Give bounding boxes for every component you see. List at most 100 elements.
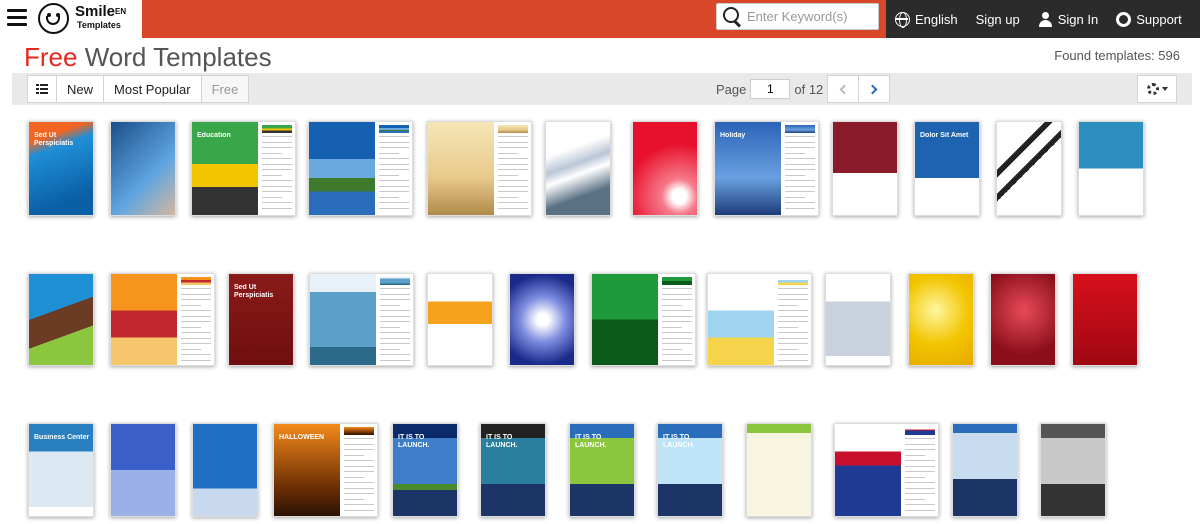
- page-number-input[interactable]: [750, 79, 791, 99]
- template-cover: [1079, 122, 1143, 215]
- search-icon[interactable]: [722, 6, 744, 28]
- template-cover: [997, 122, 1061, 215]
- chevron-left-icon: [839, 84, 850, 94]
- template-thumbnail-business-center[interactable]: Business Center: [28, 423, 94, 517]
- template-inner-page: [658, 274, 695, 365]
- template-thumbnail-handshake-orange[interactable]: Lorem Ipsum Dolor Sit: [427, 273, 493, 366]
- settings-dropdown-button[interactable]: [1137, 75, 1177, 103]
- template-caption: HALLOWEEN: [279, 434, 325, 441]
- template-caption: IT IS TO LAUNCH.: [551, 132, 583, 147]
- template-thumbnail-green-field[interactable]: IT IS TO LAUNCH.: [569, 423, 635, 517]
- template-thumbnail-headset-man[interactable]: [28, 273, 94, 366]
- template-thumbnail-money-hands[interactable]: [309, 273, 414, 366]
- template-cover: [1073, 274, 1137, 365]
- template-caption: Sed Ut Perspiciatis: [34, 132, 74, 147]
- template-thumbnail-piano-keys[interactable]: [996, 121, 1062, 216]
- grid-list-icon: [36, 84, 48, 94]
- nav-sign-up[interactable]: Sign up: [967, 0, 1029, 38]
- tab-most-popular[interactable]: Most Popular: [103, 75, 202, 103]
- template-thumbnail-eagle-mountains[interactable]: [308, 121, 413, 216]
- grid-view-button[interactable]: [27, 75, 57, 103]
- lifebuoy-icon: [1116, 11, 1132, 27]
- template-thumbnail-new-year-2009[interactable]: [1072, 273, 1138, 366]
- nav-cart[interactable]: [1191, 0, 1200, 38]
- template-thumbnail-halloween[interactable]: HALLOWEEN: [273, 423, 378, 517]
- page-title-highlight: Free: [24, 42, 78, 72]
- brand-area: SmileEN Templates: [0, 0, 142, 38]
- template-thumbnail-kids-party[interactable]: [707, 273, 812, 366]
- nav-support[interactable]: Support: [1107, 0, 1191, 38]
- template-cover: [111, 424, 175, 516]
- found-count: Found templates: 596: [1054, 48, 1180, 63]
- template-thumbnail-man-suitcase[interactable]: [832, 121, 898, 216]
- nav-sign-up-label: Sign up: [975, 11, 1020, 27]
- page-title-rest: Word Templates: [77, 42, 272, 72]
- template-cover: [428, 122, 494, 215]
- template-cover: [1041, 424, 1105, 516]
- template-thumbnail-caduceus[interactable]: Sed Ut Perspiciatis: [228, 273, 294, 366]
- tab-new[interactable]: New: [56, 75, 105, 103]
- prev-page-button[interactable]: [827, 75, 860, 103]
- template-thumbnail-usa-flag[interactable]: [192, 423, 258, 517]
- template-cover: [833, 122, 897, 215]
- template-caption: IT IS TO LAUNCH.: [398, 434, 430, 449]
- template-cover: [747, 424, 811, 516]
- page-label: Page: [716, 81, 747, 97]
- template-inner-page: [375, 122, 412, 215]
- template-thumbnail-grey-curves[interactable]: IT IS TO LAUNCH.: [545, 121, 611, 216]
- template-thumbnail-earth-orbit[interactable]: IT IS TO LAUNCH.: [392, 423, 458, 517]
- template-cover: [111, 122, 175, 215]
- template-thumbnail-red-rays[interactable]: [632, 121, 698, 216]
- template-cover: [633, 122, 697, 215]
- user-icon: [1038, 11, 1053, 27]
- template-caption: IT IS TO LAUNCH.: [486, 434, 518, 449]
- next-page-button[interactable]: [858, 75, 891, 103]
- template-thumbnail-world-map-face[interactable]: [110, 121, 176, 216]
- template-thumbnail-dolor-handshake[interactable]: Dolor Sit Amet: [914, 121, 980, 216]
- template-inner-page: [774, 274, 811, 365]
- template-inner-page: [901, 424, 938, 516]
- template-thumbnail-office-flying[interactable]: [1040, 423, 1106, 517]
- template-inner-page: [781, 122, 818, 215]
- template-caption: Education: [197, 132, 231, 139]
- template-thumbnail-year-2007[interactable]: [908, 273, 974, 366]
- hamburger-menu-icon[interactable]: [7, 9, 27, 27]
- template-cover: [708, 274, 774, 365]
- nav-language-label: English: [915, 11, 958, 27]
- template-thumbnail-circuit-hand[interactable]: IT IS TO LAUNCH.: [480, 423, 546, 517]
- template-caption: Lorem Ipsum Dolor Sit: [433, 284, 477, 299]
- smiley-logo-icon[interactable]: [38, 3, 69, 34]
- template-thumbnail-cross-bible[interactable]: [427, 121, 532, 216]
- template-thumbnail-shopping-cart[interactable]: [509, 273, 575, 366]
- template-thumbnail-surgeon[interactable]: [1078, 121, 1144, 216]
- template-thumbnail-flower-pattern[interactable]: [746, 423, 812, 517]
- caret-down-icon: [1161, 87, 1168, 91]
- template-thumbnail-party-dancers[interactable]: [591, 273, 696, 366]
- nav-sign-in[interactable]: Sign In: [1029, 0, 1107, 38]
- template-thumbnail-autumn-harvest[interactable]: [110, 273, 215, 366]
- toolbar: New Most Popular Free Page of 12: [12, 73, 1192, 105]
- brand-subtitle: Templates: [77, 20, 121, 30]
- template-thumbnail-statue-liberty[interactable]: [834, 423, 939, 517]
- template-cover: [193, 424, 257, 516]
- template-thumbnail-doctor-mask[interactable]: [110, 423, 176, 517]
- template-inner-page: [340, 424, 377, 516]
- template-thumbnail-business-meeting[interactable]: [825, 273, 891, 366]
- search-input[interactable]: [747, 9, 877, 24]
- top-nav: English Sign up Sign In Support: [886, 0, 1200, 38]
- template-cover: [953, 424, 1017, 516]
- template-thumbnail-holiday-tree[interactable]: Holiday: [714, 121, 819, 216]
- template-thumbnail-blue-waves[interactable]: Sed Ut Perspiciatis: [28, 121, 94, 216]
- template-thumbnail-finance-chart[interactable]: [952, 423, 1018, 517]
- chevron-right-icon: [867, 84, 878, 94]
- tab-free[interactable]: Free: [200, 75, 250, 103]
- nav-language[interactable]: English: [886, 0, 967, 38]
- pagination: Page of 12: [716, 75, 891, 103]
- globe-icon: [895, 11, 910, 28]
- brand-name[interactable]: SmileEN: [75, 4, 126, 20]
- template-thumbnail-valentine-hearts[interactable]: [990, 273, 1056, 366]
- template-thumbnail-education-bus[interactable]: Education: [191, 121, 296, 216]
- page-title: Free Word Templates: [24, 42, 272, 73]
- template-inner-page: [376, 274, 413, 365]
- template-thumbnail-lightbulb-gears[interactable]: IT IS TO LAUNCH.: [657, 423, 723, 517]
